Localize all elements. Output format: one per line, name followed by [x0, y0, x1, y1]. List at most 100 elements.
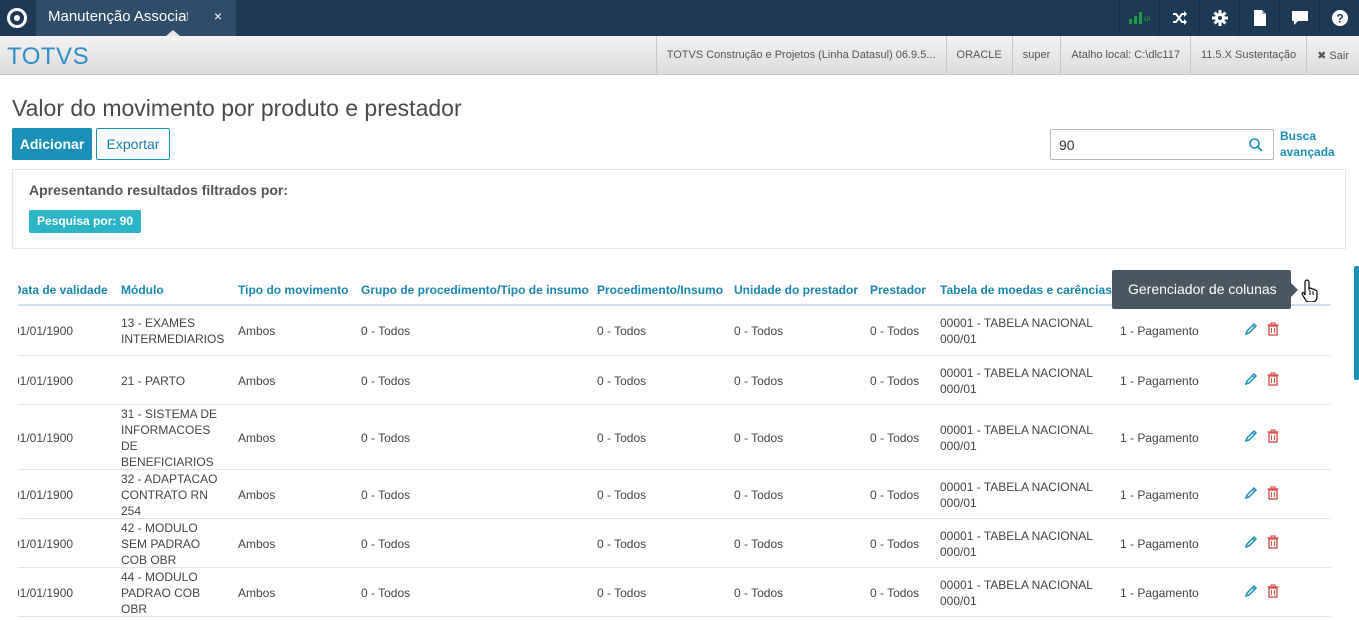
page-scrollbar[interactable] — [1354, 266, 1359, 380]
cell-provider-unit: 0 - Todos — [734, 324, 784, 338]
search-icon[interactable] — [1249, 138, 1263, 152]
cell-procedure-group: 0 - Todos — [361, 586, 411, 600]
table-row[interactable]: 01/01/1900 31 - SISTEMA DE INFORMACOES DE BE… — [18, 405, 1331, 470]
column-header-validity-date[interactable]: Data de validade — [18, 283, 108, 297]
cell-procedure-group: 0 - Todos — [361, 431, 411, 445]
cell-module-line: DE — [121, 439, 138, 453]
search-input[interactable] — [1059, 135, 1239, 155]
cell-currency-table-line: 00001 - TABELA NACIONAL — [940, 578, 1093, 592]
cell-provider: 0 - Todos — [870, 586, 920, 600]
svg-text:?: ? — [1336, 12, 1343, 26]
local-shortcut-info: Atalho local: C:\dlc117 — [1060, 36, 1190, 74]
cell-procedure-group: 0 - Todos — [361, 324, 411, 338]
signal-icon[interactable]: ol — [1119, 0, 1159, 36]
cell-currency-table-line: 000/01 — [940, 382, 977, 396]
cell-module: 31 - SISTEMA DE INFORMACOES DE BENEFICIARIO… — [121, 406, 217, 470]
cell-currency-table-line: 000/01 — [940, 594, 977, 608]
edit-icon[interactable] — [1244, 322, 1258, 336]
edit-icon[interactable] — [1244, 535, 1258, 549]
edit-icon[interactable] — [1244, 372, 1258, 386]
cell-currency-table-line: 00001 - TABELA NACIONAL — [940, 366, 1093, 380]
cell-procedure: 0 - Todos — [597, 537, 647, 551]
header-info: TOTVS Construção e Projetos (Linha Datas… — [655, 36, 1359, 74]
tab-close-button[interactable]: × — [214, 8, 222, 24]
trash-icon[interactable] — [1266, 486, 1280, 500]
app-logo-icon[interactable] — [0, 0, 34, 36]
cell-module-line: 13 - EXAMES — [121, 316, 196, 330]
cell-validity-date: 01/01/1900 — [18, 324, 74, 338]
chat-icon[interactable] — [1279, 0, 1319, 36]
trash-icon[interactable] — [1266, 584, 1280, 598]
cell-movement-type: Ambos — [238, 431, 276, 445]
trash-icon[interactable] — [1266, 535, 1280, 549]
cell-module-line: 42 - MODULO — [121, 521, 198, 535]
add-button[interactable]: Adicionar — [12, 128, 92, 160]
cell-currency-table: 00001 - TABELA NACIONAL 000/01 — [940, 528, 1093, 560]
advanced-search-line-1: Busca — [1280, 129, 1317, 143]
cell-module-line: 32 - ADAPTACAO — [121, 472, 218, 486]
exit-button[interactable]: ✖ Sair — [1306, 36, 1359, 74]
column-header-procedure-group[interactable]: Grupo de procedimento/Tipo de insumo — [361, 283, 589, 297]
cell-currency-table: 00001 - TABELA NACIONAL 000/01 — [940, 422, 1093, 454]
cell-movement-type: Ambos — [238, 324, 276, 338]
user-info: super — [1011, 36, 1061, 74]
edit-icon[interactable] — [1244, 429, 1258, 443]
cell-currency-table-line: 00001 - TABELA NACIONAL — [940, 316, 1093, 330]
column-header-module[interactable]: Módulo — [121, 283, 164, 297]
document-icon[interactable] — [1239, 0, 1279, 36]
tab-manutencao[interactable]: Manutenção Associativ × — [36, 0, 236, 36]
column-header-movement-type[interactable]: Tipo do movimento — [238, 283, 348, 297]
cell-payment: 1 - Pagamento — [1120, 374, 1199, 388]
cell-module: 32 - ADAPTACAO CONTRATO RN 254 — [121, 471, 217, 519]
cell-module-line: CONTRATO RN — [121, 488, 208, 502]
edit-icon[interactable] — [1244, 584, 1258, 598]
filter-chip[interactable]: Pesquisa por: 90 — [29, 210, 142, 233]
cell-provider-unit: 0 - Todos — [734, 374, 784, 388]
cell-module-line: SEM PADRAO — [121, 537, 201, 551]
cell-module: 13 - EXAMES INTERMEDIARIOS — [121, 315, 224, 347]
column-header-currency-table[interactable]: Tabela de moedas e carências — [940, 283, 1112, 297]
search-box[interactable] — [1050, 129, 1274, 160]
cell-module-line: COB OBR — [121, 553, 177, 567]
cell-provider-unit: 0 - Todos — [734, 488, 784, 502]
cell-currency-table-line: 000/01 — [940, 439, 977, 453]
cell-module-line: 21 - PARTO — [121, 374, 186, 388]
cell-procedure: 0 - Todos — [597, 324, 647, 338]
signal-label: ol — [1143, 13, 1151, 23]
table-row[interactable]: 01/01/1900 21 - PARTO Ambos 0 - Todos 0 - To… — [18, 356, 1331, 405]
help-icon[interactable]: ? — [1319, 0, 1359, 36]
cell-module-line: INTERMEDIARIOS — [121, 332, 225, 346]
header-bar: TOTVS TOTVS Construção e Projetos (Linha… — [0, 36, 1359, 75]
column-header-provider[interactable]: Prestador — [870, 283, 926, 297]
cell-procedure: 0 - Todos — [597, 488, 647, 502]
trash-icon[interactable] — [1266, 372, 1280, 386]
trash-icon[interactable] — [1266, 322, 1280, 336]
table-row[interactable]: 01/01/1900 13 - EXAMES INTERMEDIARIOS Ambos… — [18, 306, 1331, 356]
cell-procedure: 0 - Todos — [597, 431, 647, 445]
cell-provider: 0 - Todos — [870, 537, 920, 551]
trash-icon[interactable] — [1266, 429, 1280, 443]
cell-procedure-group: 0 - Todos — [361, 537, 411, 551]
cell-movement-type: Ambos — [238, 488, 276, 502]
cell-validity-date: 01/01/1900 — [18, 431, 74, 445]
table-row[interactable]: 01/01/1900 44 - MODULO PADRAO COB OBR Ambos 0… — [18, 568, 1331, 617]
column-header-provider-unit[interactable]: Unidade do prestador — [734, 283, 858, 297]
table-row[interactable]: 01/01/1900 42 - MODULO SEM PADRAO COB OBR Am… — [18, 519, 1331, 568]
gear-icon[interactable] — [1199, 0, 1239, 36]
cell-module-line: OBR — [121, 602, 148, 616]
cell-payment: 1 - Pagamento — [1120, 431, 1199, 445]
cell-module-line: PADRAO COB — [121, 586, 201, 600]
cell-provider: 0 - Todos — [870, 374, 920, 388]
table-row[interactable]: 01/01/1900 32 - ADAPTACAO CONTRATO RN 254 Am… — [18, 470, 1331, 519]
tab-label: Manutenção Associativ — [48, 8, 188, 25]
results-table: Data de validade Módulo Tipo do moviment… — [18, 274, 1331, 620]
export-button[interactable]: Exportar — [96, 128, 170, 160]
edit-icon[interactable] — [1244, 486, 1258, 500]
shuffle-icon[interactable] — [1159, 0, 1199, 36]
cell-validity-date: 01/01/1900 — [18, 488, 74, 502]
column-header-procedure[interactable]: Procedimento/Insumo — [597, 283, 723, 297]
cell-currency-table: 00001 - TABELA NACIONAL 000/01 — [940, 577, 1093, 609]
cell-currency-table-line: 000/01 — [940, 496, 977, 510]
advanced-search-link[interactable]: Busca avançada — [1280, 128, 1335, 160]
filter-title: Apresentando resultados filtrados por: — [29, 182, 289, 198]
